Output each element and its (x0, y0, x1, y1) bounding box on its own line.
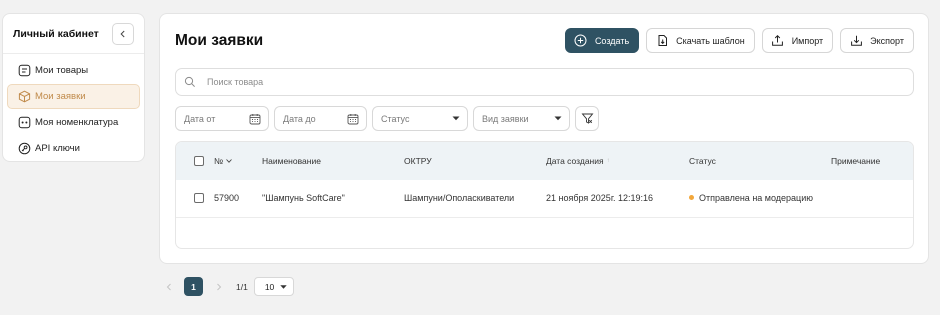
page-title: Мои заявки (175, 32, 264, 49)
export-label: Экспорт (870, 35, 904, 46)
date-to-placeholder: Дата до (283, 113, 316, 124)
download-template-button[interactable]: Скачать шаблон (646, 28, 755, 53)
import-button[interactable]: Импорт (761, 28, 834, 53)
search-icon (184, 76, 196, 88)
catalog-icon (17, 116, 31, 130)
page-size-value: 10 (264, 281, 275, 292)
status-select[interactable]: Статус (372, 106, 468, 131)
filter-clear-icon (581, 113, 593, 124)
table-row[interactable]: 57900 "Шампунь SoftCare" Шампуни/Ополаск… (176, 180, 913, 218)
date-from-placeholder: Дата от (184, 113, 216, 124)
page-info: 1/1 (236, 281, 248, 292)
box-icon (17, 90, 31, 104)
sidebar: Личный кабинет Мои товары Мои заявки Моя… (2, 13, 145, 162)
row-oktru: Шампуни/Ополаскиватели (404, 193, 515, 203)
column-created[interactable]: Дата создания ↑ (546, 156, 610, 166)
chevron-left-icon (120, 30, 125, 37)
sort-arrow-icon: ↑ (606, 158, 610, 164)
chevron-left-icon (166, 283, 171, 290)
status-text: Отправлена на модерацию (699, 193, 813, 203)
prev-page-button[interactable] (159, 277, 178, 296)
sidebar-item-requests[interactable]: Мои заявки (7, 84, 140, 109)
sidebar-item-label: Моя номенклатура (35, 117, 119, 128)
column-status: Статус (689, 156, 716, 166)
import-label: Импорт (791, 35, 824, 46)
search-bar (175, 68, 914, 96)
download-icon (849, 34, 863, 48)
table-header: № Наименование ОКТРУ Дата создания ↑ Ста… (176, 142, 913, 180)
export-button[interactable]: Экспорт (840, 28, 914, 53)
sidebar-item-label: Мои заявки (35, 91, 86, 102)
calendar-icon (249, 113, 261, 125)
row-checkbox[interactable] (194, 193, 204, 203)
sidebar-item-catalog[interactable]: Моя номенклатура (7, 110, 140, 135)
create-button[interactable]: Создать (564, 28, 640, 53)
sidebar-title: Личный кабинет (13, 27, 99, 40)
plus-circle-icon (574, 34, 588, 48)
row-id: 57900 (214, 193, 240, 203)
sidebar-item-label: API ключи (35, 143, 80, 154)
sidebar-item-label: Мои товары (35, 65, 89, 76)
request-type-placeholder: Вид заявки (482, 113, 529, 124)
download-template-label: Скачать шаблон (676, 35, 745, 46)
row-created: 21 ноября 2025г. 12:19:16 (546, 193, 654, 203)
file-download-icon (655, 34, 669, 48)
requests-table: № Наименование ОКТРУ Дата создания ↑ Ста… (175, 141, 914, 249)
chevron-right-icon (216, 283, 221, 290)
upload-icon (771, 34, 785, 48)
search-input[interactable] (207, 77, 807, 87)
select-all-checkbox[interactable] (194, 156, 204, 166)
date-from-field[interactable]: Дата от (175, 106, 269, 131)
request-type-select[interactable]: Вид заявки (473, 106, 570, 131)
column-oktru: ОКТРУ (404, 156, 432, 166)
main-panel: Мои заявки Создать Скачать шаблон Импорт… (159, 13, 929, 264)
calendar-icon (347, 113, 359, 125)
row-name: "Шампунь SoftCare" (262, 193, 345, 203)
row-status: Отправлена на модерацию (689, 193, 813, 203)
caret-down-icon (554, 116, 562, 121)
clear-filters-button[interactable] (575, 106, 599, 131)
page-1-button[interactable]: 1 (184, 277, 203, 296)
sort-chevron-icon (226, 159, 232, 163)
date-to-field[interactable]: Дата до (274, 106, 367, 131)
products-icon (17, 64, 31, 78)
collapse-sidebar-button[interactable] (112, 22, 134, 45)
status-dot (689, 195, 694, 201)
create-button-label: Создать (594, 35, 630, 46)
pagination: 1 1/1 10 (159, 277, 295, 296)
sidebar-header: Личный кабинет (3, 14, 144, 54)
column-name: Наименование (262, 156, 321, 166)
filters-bar: Дата от Дата до Статус Вид заявки (175, 106, 599, 131)
sidebar-item-products[interactable]: Мои товары (7, 58, 140, 83)
toolbar: Создать Скачать шаблон Импорт Экспорт (564, 28, 914, 53)
column-note: Примечание (831, 156, 881, 166)
column-number[interactable]: № (214, 156, 232, 166)
sidebar-item-api-keys[interactable]: API ключи (7, 136, 140, 161)
caret-down-icon (280, 284, 287, 289)
next-page-button[interactable] (209, 277, 228, 296)
page-size-select[interactable]: 10 (253, 277, 295, 296)
key-icon (17, 142, 31, 156)
caret-down-icon (452, 116, 460, 121)
status-placeholder: Статус (381, 113, 410, 124)
